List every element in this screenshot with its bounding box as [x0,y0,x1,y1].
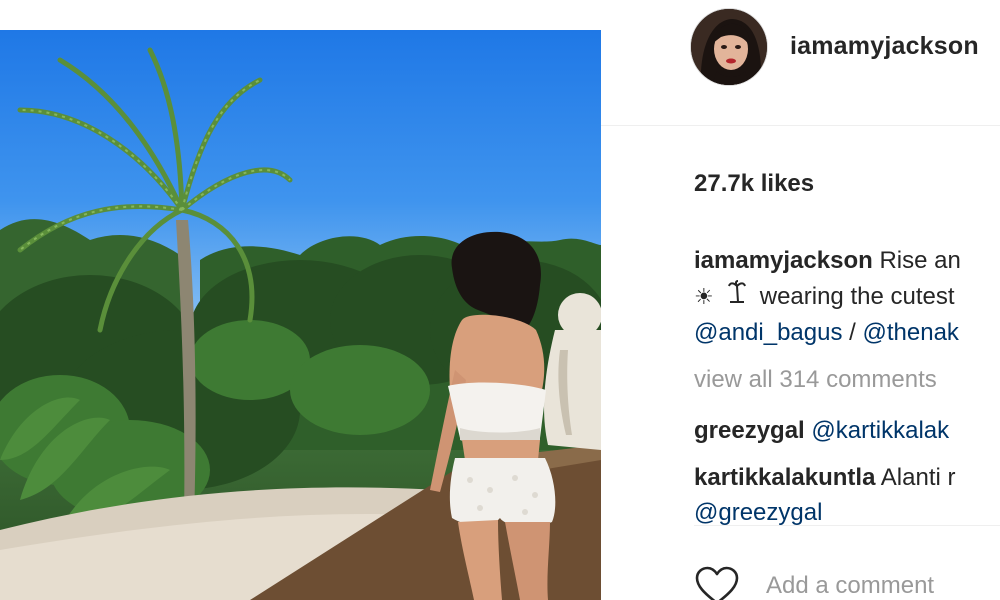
caption-separator: / [842,319,863,346]
caption-mention-2[interactable]: @thenak [863,319,959,346]
post-photo-illustration [0,47,601,600]
comment-username[interactable]: kartikkalakuntla [694,464,875,491]
comment-username[interactable]: greezygal [694,417,805,444]
caption-text-2: wearing the cutest [759,283,955,310]
caption-text-1: Rise an [879,247,961,274]
comment-item-continuation: @greezygal [694,499,822,527]
avatar[interactable] [690,8,768,86]
avatar-image [691,9,767,85]
comment-text: Alanti r [880,464,956,491]
caption-line-3: @andi_bagus / @thenak [694,315,1000,351]
caption-line-1: iamamyjackson Rise an [694,243,1000,279]
caption-mention-1[interactable]: @andi_bagus [694,319,842,346]
view-all-comments-link[interactable]: view all 314 comments [694,366,937,394]
comment-mention[interactable]: @greezygal [694,499,822,526]
heart-icon[interactable] [694,566,740,600]
post-photo[interactable] [0,30,601,600]
caption-line-2: ☀ wearing the cutest [694,279,1000,315]
caption-username[interactable]: iamamyjackson [694,247,873,274]
comment-bar [694,566,1000,600]
palm-island-icon [727,279,746,315]
sun-icon: ☀ [694,284,714,309]
comment-text[interactable]: @kartikkalak [811,417,949,444]
comment-item: greezygal @kartikkalak [694,417,949,445]
post-header: iamamyjackson [601,0,1000,126]
post-author-username[interactable]: iamamyjackson [790,32,979,61]
comment-item: kartikkalakuntla Alanti r [694,464,955,492]
likes-count[interactable]: 27.7k likes [694,170,814,198]
divider [694,525,1000,526]
post-caption: iamamyjackson Rise an ☀ wearing the cute… [694,243,1000,351]
palm-island-glyph [727,280,746,303]
post-sidebar: iamamyjackson 27.7k likes iamamyjackson … [601,0,1000,600]
add-comment-input[interactable] [766,572,1000,600]
